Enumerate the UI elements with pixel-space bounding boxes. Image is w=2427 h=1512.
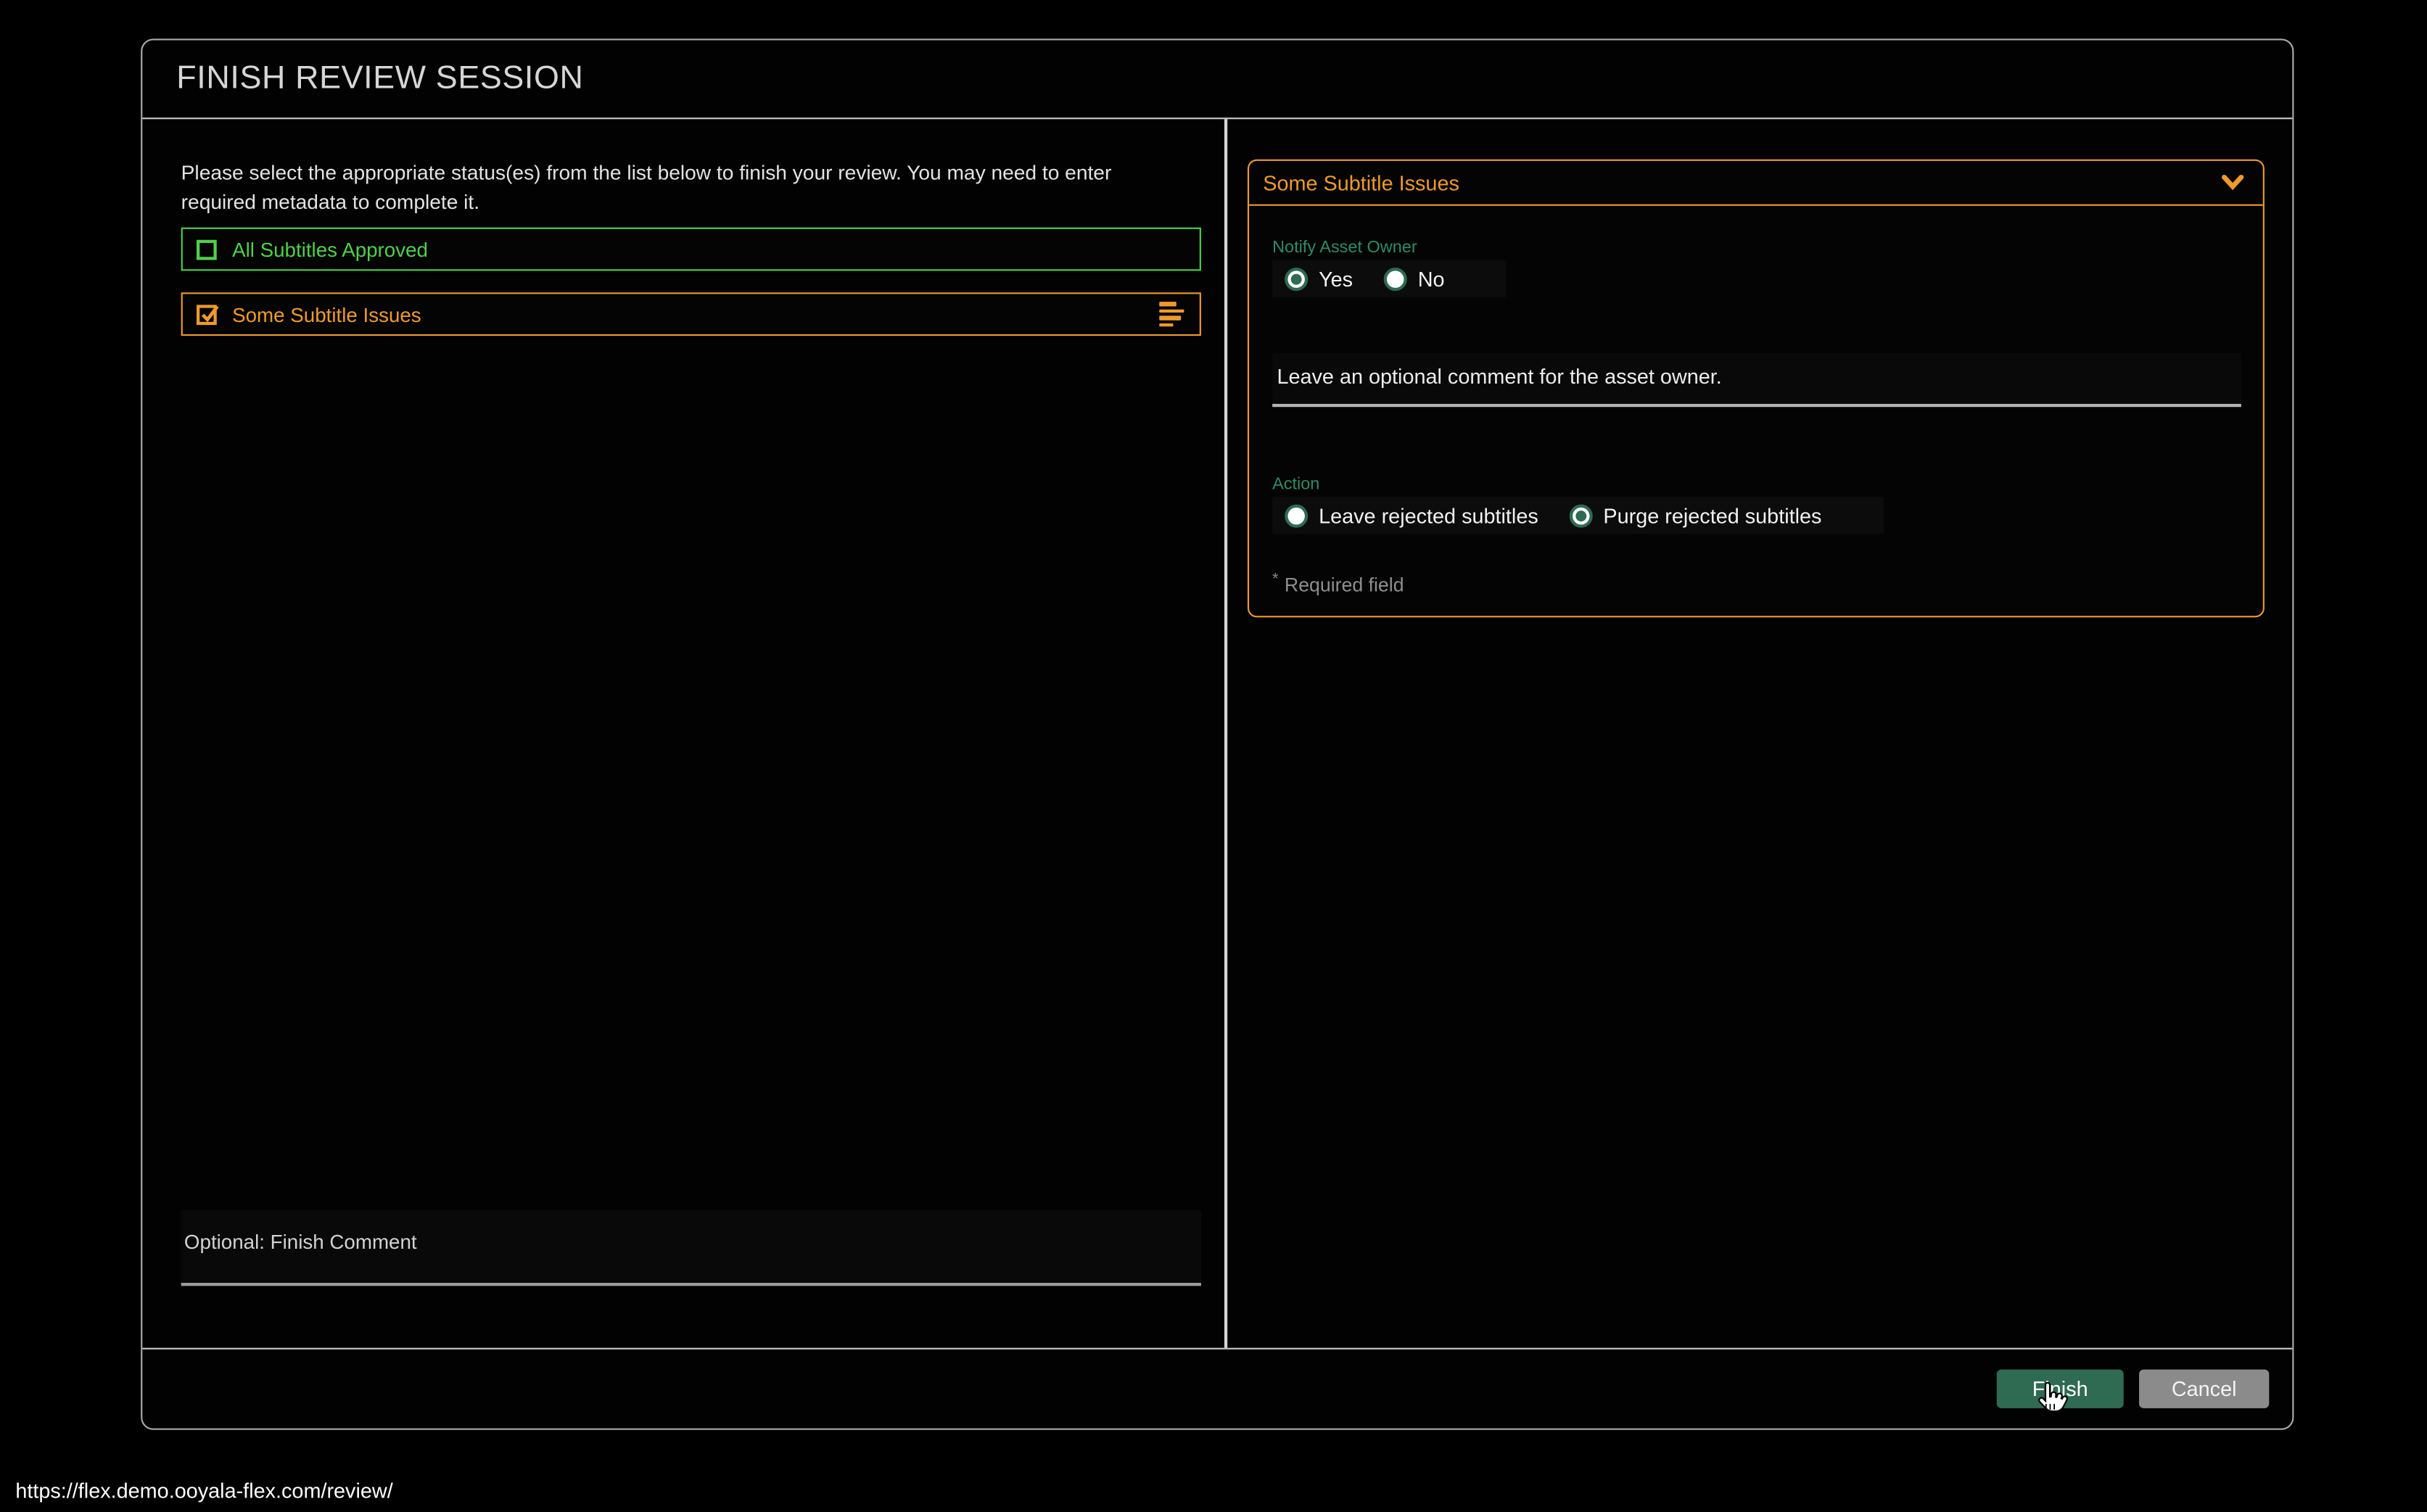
panel-title: Some Subtitle Issues	[1263, 171, 2221, 194]
instruction-text: Please select the appropriate status(es)…	[181, 158, 1112, 218]
modal-header: FINISH REVIEW SESSION	[142, 40, 2292, 119]
action-radio-group: Leave rejected subtitles Purge rejected …	[1272, 497, 1884, 534]
required-field-note: * Required field	[1272, 571, 2241, 595]
status-option-some-subtitle-issues[interactable]: Some Subtitle Issues	[181, 292, 1201, 336]
checkbox-checked-icon[interactable]	[197, 304, 217, 324]
finish-comment-placeholder: Optional: Finish Comment	[184, 1230, 417, 1253]
radio-label: Leave rejected subtitles	[1319, 504, 1538, 527]
radio-unselected-icon[interactable]	[1384, 267, 1407, 290]
some-subtitle-issues-panel: Some Subtitle Issues Notify Asset Owner …	[1248, 160, 2265, 618]
notify-radio-group: Yes No	[1272, 260, 1507, 297]
radio-label: No	[1418, 267, 1445, 290]
finish-review-modal: FINISH REVIEW SESSION Please select the …	[141, 38, 2294, 1429]
action-option-leave-rejected-subtitles[interactable]: Leave rejected subtitles	[1285, 504, 1538, 527]
status-option-label: Some Subtitle Issues	[232, 302, 421, 326]
status-option-label: All Subtitles Approved	[232, 238, 428, 261]
cancel-button[interactable]: Cancel	[2139, 1370, 2269, 1408]
status-option-all-subtitles-approved[interactable]: All Subtitles Approved	[181, 228, 1201, 271]
modal-footer: Finish Cancel	[142, 1348, 2292, 1429]
chevron-down-icon[interactable]	[2221, 175, 2244, 190]
align-left-icon[interactable]	[1159, 302, 1185, 326]
panel-header[interactable]: Some Subtitle Issues	[1249, 161, 2263, 206]
page: FINISH REVIEW SESSION Please select the …	[0, 0, 2427, 1512]
finish-comment-input[interactable]: Optional: Finish Comment	[181, 1210, 1201, 1286]
notify-asset-owner-label: Notify Asset Owner	[1272, 206, 2241, 257]
radio-label: Yes	[1319, 267, 1353, 290]
radio-label: Purge rejected subtitles	[1603, 504, 1821, 527]
column-divider	[1224, 119, 1227, 1347]
required-asterisk: *	[1272, 571, 1278, 587]
instruction-line-1: Please select the appropriate status(es)…	[181, 158, 1112, 188]
radio-selected-icon[interactable]	[1285, 267, 1308, 290]
notify-option-yes[interactable]: Yes	[1285, 267, 1353, 290]
status-selection-column: Please select the appropriate status(es)…	[142, 119, 1224, 1347]
modal-body: Please select the appropriate status(es)…	[142, 119, 2292, 1347]
notify-option-no[interactable]: No	[1384, 267, 1445, 290]
checkbox-unchecked-icon[interactable]	[197, 239, 217, 260]
status-bar-url: https://flex.demo.ooyala-flex.com/review…	[15, 1479, 392, 1503]
modal-title: FINISH REVIEW SESSION	[176, 60, 583, 97]
owner-comment-placeholder: Leave an optional comment for the asset …	[1277, 365, 1721, 389]
required-field-text: Required field	[1285, 574, 1404, 596]
action-option-purge-rejected-subtitles[interactable]: Purge rejected subtitles	[1569, 504, 1821, 527]
action-label: Action	[1272, 407, 2241, 493]
radio-selected-icon[interactable]	[1569, 504, 1592, 527]
panel-body: Notify Asset Owner Yes No Leave an optio…	[1249, 206, 2263, 596]
cursor-pointer-icon	[2034, 1380, 2068, 1425]
radio-unselected-icon[interactable]	[1285, 504, 1308, 527]
owner-comment-input[interactable]: Leave an optional comment for the asset …	[1272, 353, 2241, 408]
instruction-line-2: required metadata to complete it.	[181, 188, 1112, 218]
